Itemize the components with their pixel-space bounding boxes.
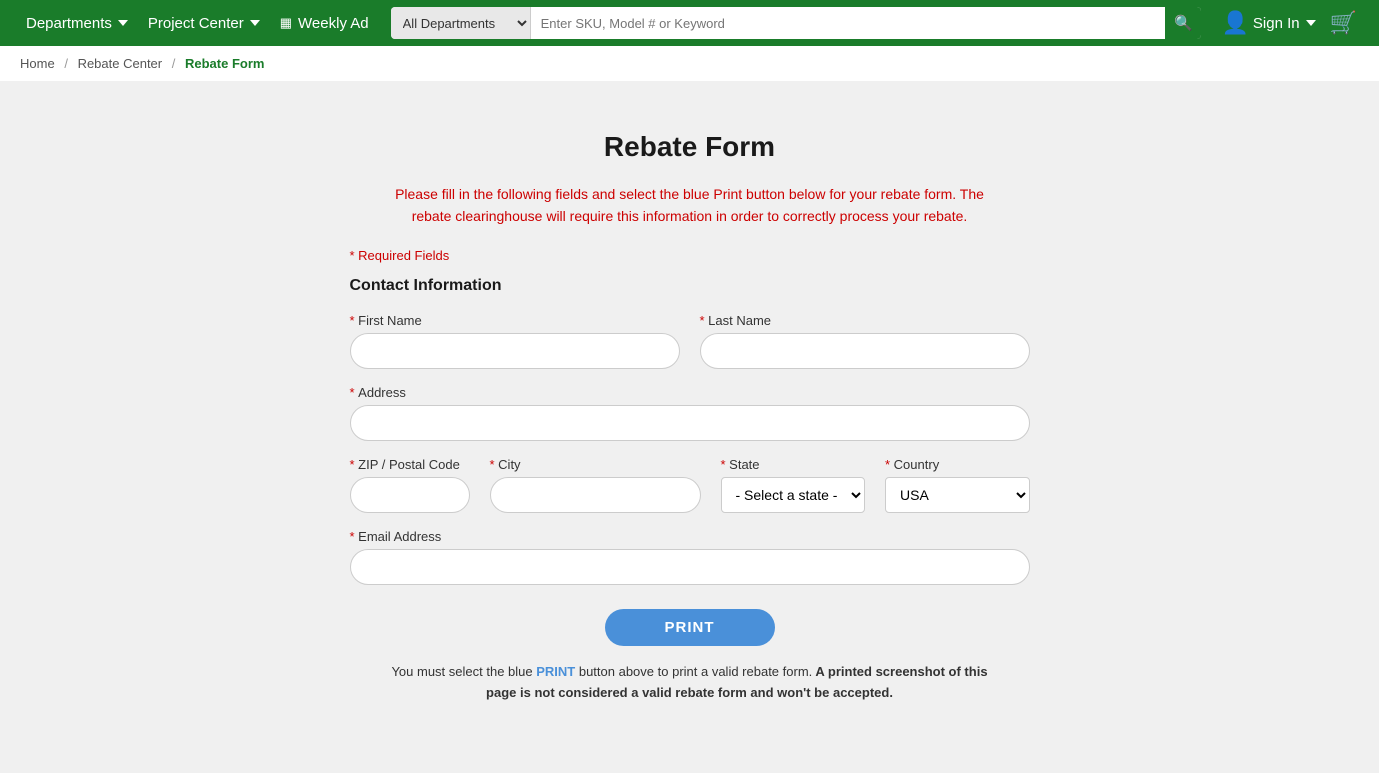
print-note-highlight: PRINT <box>536 664 575 679</box>
print-button[interactable]: PRINT <box>605 609 775 646</box>
departments-chevron-icon <box>118 20 128 26</box>
form-container: Rebate Form Please fill in the following… <box>310 101 1070 733</box>
country-group: * Country USA Canada Mexico <box>885 457 1030 513</box>
zip-label: * ZIP / Postal Code <box>350 457 470 472</box>
breadcrumb-rebate-center[interactable]: Rebate Center <box>78 56 163 71</box>
first-name-label: * First Name <box>350 313 680 328</box>
navbar: Departments Project Center ▦ Weekly Ad A… <box>0 0 1379 46</box>
zip-group: * ZIP / Postal Code <box>350 457 470 513</box>
search-wrapper: All Departments Appliances Bath Building… <box>391 7 1202 39</box>
cart-nav[interactable]: 🛒 <box>1324 10 1363 36</box>
required-note: * Required Fields <box>350 248 1030 263</box>
address-group: * Address <box>350 385 1030 441</box>
breadcrumb-home[interactable]: Home <box>20 56 55 71</box>
name-row: * First Name * Last Name <box>350 313 1030 369</box>
last-name-label: * Last Name <box>700 313 1030 328</box>
breadcrumb: Home / Rebate Center / Rebate Form <box>0 46 1379 81</box>
department-select[interactable]: All Departments Appliances Bath Building… <box>391 7 531 39</box>
city-group: * City <box>490 457 701 513</box>
project-center-chevron-icon <box>250 20 260 26</box>
city-input[interactable] <box>490 477 701 513</box>
form-description: Please fill in the following fields and … <box>350 183 1030 228</box>
first-name-input[interactable] <box>350 333 680 369</box>
city-label: * City <box>490 457 701 472</box>
form-title: Rebate Form <box>350 131 1030 163</box>
first-name-group: * First Name <box>350 313 680 369</box>
project-center-nav[interactable]: Project Center <box>138 0 270 46</box>
search-button[interactable]: 🔍 <box>1165 7 1201 39</box>
breadcrumb-current: Rebate Form <box>185 56 264 71</box>
breadcrumb-sep-1: / <box>64 56 68 71</box>
print-note: You must select the blue PRINT button ab… <box>350 662 1030 704</box>
country-label: * Country <box>885 457 1030 472</box>
weekly-ad-icon: ▦ <box>280 15 292 31</box>
page-background: Rebate Form Please fill in the following… <box>0 81 1379 773</box>
weekly-ad-label: Weekly Ad <box>298 15 369 32</box>
cart-icon: 🛒 <box>1330 10 1357 35</box>
sign-in-label: Sign In <box>1253 15 1300 32</box>
state-label: * State <box>721 457 866 472</box>
country-select[interactable]: USA Canada Mexico <box>885 477 1030 513</box>
email-label: * Email Address <box>350 529 1030 544</box>
departments-nav[interactable]: Departments <box>16 0 138 46</box>
departments-label: Departments <box>26 15 112 32</box>
contact-info-section-title: Contact Information <box>350 277 1030 295</box>
address-row: * Address <box>350 385 1030 441</box>
email-input[interactable] <box>350 549 1030 585</box>
last-name-group: * Last Name <box>700 313 1030 369</box>
zip-input[interactable] <box>350 477 470 513</box>
print-note-part2: button above to print a valid rebate for… <box>575 664 812 679</box>
address-input[interactable] <box>350 405 1030 441</box>
project-center-label: Project Center <box>148 15 244 32</box>
last-name-input[interactable] <box>700 333 1030 369</box>
state-select[interactable]: - Select a state - Alabama Alaska Arizon… <box>721 477 866 513</box>
weekly-ad-nav[interactable]: ▦ Weekly Ad <box>270 0 379 46</box>
search-input[interactable] <box>531 7 1166 39</box>
location-row: * ZIP / Postal Code * City * State - Sel… <box>350 457 1030 513</box>
sign-in-chevron-icon <box>1306 20 1316 26</box>
print-note-part1: You must select the blue <box>391 664 536 679</box>
address-label: * Address <box>350 385 1030 400</box>
sign-in-nav[interactable]: 👤 Sign In <box>1213 10 1323 36</box>
user-icon: 👤 <box>1221 10 1248 36</box>
email-row: * Email Address <box>350 529 1030 585</box>
state-group: * State - Select a state - Alabama Alask… <box>721 457 866 513</box>
breadcrumb-sep-2: / <box>172 56 176 71</box>
search-icon: 🔍 <box>1174 14 1193 32</box>
email-group: * Email Address <box>350 529 1030 585</box>
